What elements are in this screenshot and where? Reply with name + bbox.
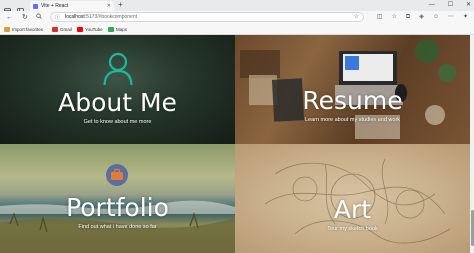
folder-icon (4, 27, 10, 32)
about-me-subtitle: Get to know about me more (83, 119, 152, 125)
favorites-icon[interactable]: ☆ (392, 13, 397, 22)
page-scrollbar[interactable] (470, 35, 474, 253)
collections-icon[interactable]: ⧉ (406, 13, 410, 22)
resume-subtitle: Learn more about my studies and work (304, 117, 401, 123)
minimize-icon[interactable]: — (429, 0, 435, 10)
art-subtitle: Tour my sketch book (327, 226, 378, 232)
maximize-icon[interactable]: ☐ (448, 0, 453, 10)
browser-toolbar: ← ↻ ⓘ localhost:5173/#bookcomponent ☆ ◫ … (0, 11, 474, 24)
gmail-icon (52, 27, 58, 32)
fav-gmail[interactable]: Gmail (52, 26, 72, 33)
tab-title: Vite + React (41, 3, 69, 9)
vite-favicon-icon (33, 3, 38, 9)
tab-strip: Vite + React ✕ + — ☐ ✕ (0, 0, 474, 15)
new-tab-icon[interactable]: + (118, 0, 123, 10)
refresh-icon[interactable]: ↻ (22, 13, 28, 22)
user-icon (103, 52, 133, 86)
art-card[interactable]: Art Tour my sketch book (235, 144, 470, 253)
search-icon[interactable] (36, 13, 42, 23)
tab-actions-icon[interactable] (17, 2, 24, 15)
portfolio-grid: About Me Get to know about me more Resum… (0, 35, 470, 253)
fav-youtube[interactable]: YouTube (77, 26, 103, 33)
favorite-star-icon[interactable]: ☆ (354, 13, 359, 21)
fav-label: Import favorites (12, 27, 44, 32)
resume-card[interactable]: Resume Learn more about my studies and w… (235, 35, 470, 144)
resume-title: Resume (302, 86, 403, 115)
portfolio-card[interactable]: Portfolio Find out what i have done so f… (0, 144, 235, 253)
back-icon[interactable]: ← (6, 13, 13, 22)
art-title: Art (333, 195, 372, 224)
briefcase-icon (106, 164, 128, 186)
fav-label: Maps (116, 27, 128, 32)
favorites-bar: Import favorites Gmail YouTube Maps (0, 24, 474, 35)
address-bar[interactable]: ⓘ localhost:5173/#bookcomponent ☆ (50, 12, 364, 22)
url-path: :5173/#bookcomponent (84, 14, 137, 20)
portfolio-title: Portfolio (66, 193, 169, 222)
split-screen-icon[interactable]: ◫ (377, 13, 383, 22)
toolbar-icons: ◫ ☆ ⧉ ◈ ☺ ⋯ ✦ (377, 13, 468, 22)
profile-icon[interactable]: ☺ (433, 13, 439, 22)
maps-icon (108, 27, 114, 32)
about-me-card[interactable]: About Me Get to know about me more (0, 35, 235, 144)
copilot-icon[interactable]: ✦ (463, 13, 468, 22)
extensions-icon[interactable]: ◈ (419, 13, 424, 22)
url-host: localhost (65, 14, 85, 20)
tab-close-icon[interactable]: ✕ (107, 1, 111, 11)
portfolio-subtitle: Find out what i have done so far (78, 224, 157, 230)
fav-label: Gmail (60, 27, 72, 32)
more-menu-icon[interactable]: ⋯ (448, 13, 454, 22)
window-controls: — ☐ ✕ (429, 0, 471, 10)
fav-maps[interactable]: Maps (108, 26, 127, 33)
about-me-title: About Me (58, 88, 177, 117)
workspaces-icon[interactable] (4, 2, 11, 15)
close-window-icon[interactable]: ✕ (466, 0, 471, 10)
fav-import-favorites[interactable]: Import favorites (4, 26, 43, 33)
youtube-icon (77, 27, 83, 32)
fav-label: YouTube (85, 27, 103, 32)
tab-vite-react[interactable]: Vite + React ✕ (30, 1, 114, 11)
scrollbar-thumb[interactable] (470, 210, 474, 246)
site-info-icon[interactable]: ⓘ (55, 14, 60, 22)
